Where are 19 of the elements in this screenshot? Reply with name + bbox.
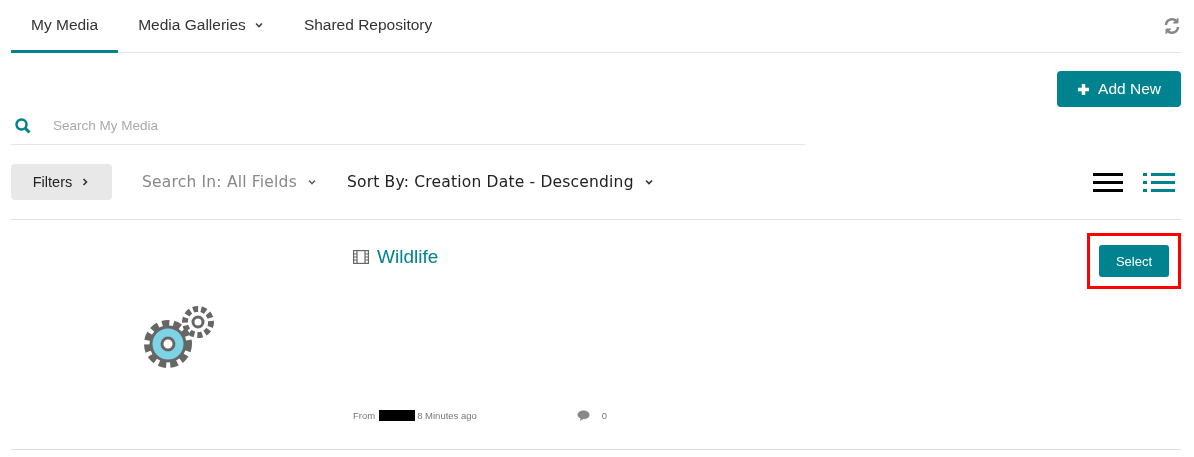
tab[interactable]: My Media [11, 0, 119, 53]
caret-icon [643, 177, 654, 187]
tab[interactable]: Media Galleries [118, 0, 284, 53]
comment-icon [576, 410, 590, 421]
plus-icon [1077, 82, 1091, 96]
sort-by-dropdown[interactable]: Sort By: Creation Date - Descending [346, 173, 654, 191]
owner-label: From [353, 410, 376, 421]
search-in-dropdown[interactable]: Search In: All Fields [142, 173, 317, 191]
comment-count: 0 [601, 410, 608, 421]
upload-time: 8 Minutes ago [417, 410, 477, 421]
search-icon [15, 117, 31, 134]
caret-icon [306, 177, 317, 187]
film-icon [353, 250, 369, 264]
tab[interactable]: Shared Repository [283, 0, 453, 53]
redaction-bar [379, 410, 416, 421]
add-new-button[interactable]: Add New [1057, 71, 1181, 107]
select-button[interactable]: Select [1099, 245, 1169, 277]
filters-button[interactable]: Filters [11, 164, 112, 200]
media-title-link[interactable]: Wildlife [377, 246, 439, 268]
